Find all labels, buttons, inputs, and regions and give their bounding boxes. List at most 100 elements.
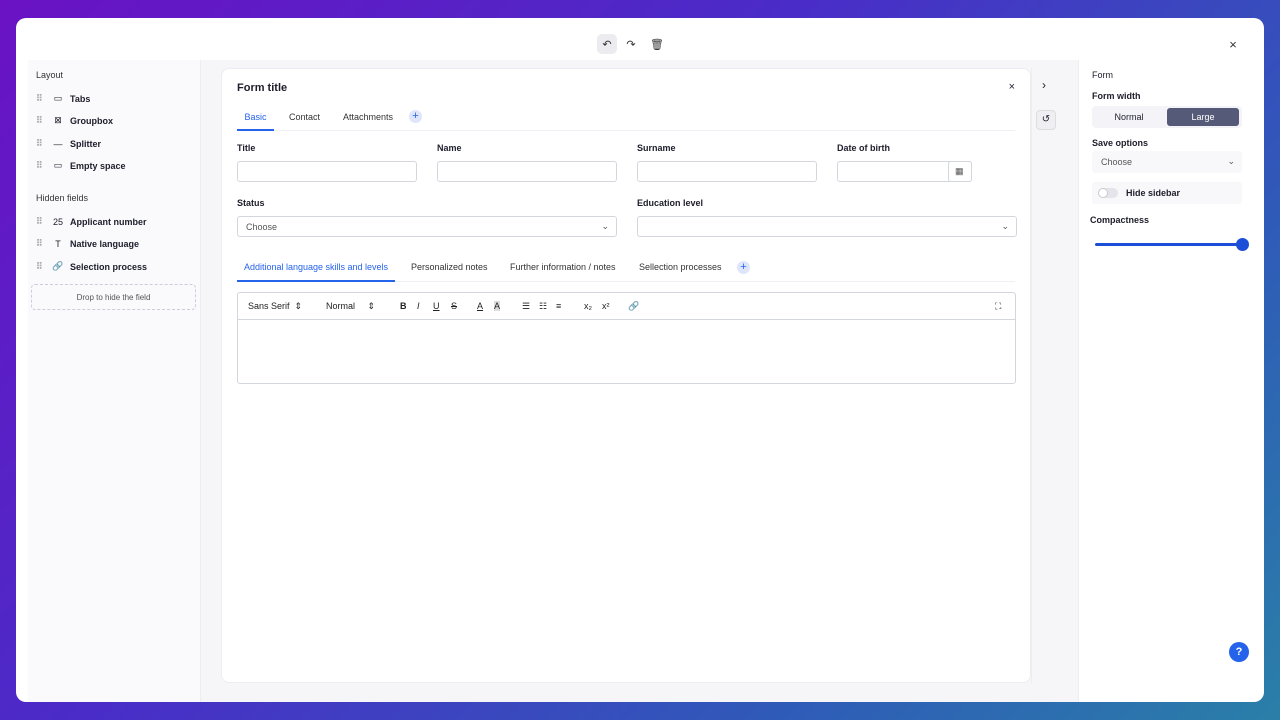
fullscreen-icon[interactable]: ⛶ [995,301,1001,312]
tab-attachments[interactable]: Attachments [343,107,393,131]
hide-sidebar-row: Hide sidebar [1092,182,1242,204]
tab-contact[interactable]: Contact [289,107,320,131]
font-value: Sans Serif [248,301,290,311]
subtab-further-information[interactable]: Further information / notes [510,255,616,279]
chevron-down-icon: ⌄ [601,221,609,231]
form-tabs: Basic Contact Attachments + [237,107,1015,131]
bullet-list-icon[interactable]: ☰ [522,301,530,312]
chevron-right-icon[interactable]: › [1042,78,1046,92]
text-icon: T [55,238,61,249]
link-icon[interactable]: 🔗 [628,301,639,312]
hide-sidebar-toggle[interactable] [1098,188,1118,198]
save-placeholder: Choose [1101,157,1133,167]
dob-label: Date of birth [837,143,890,153]
tab-basic[interactable]: Basic [237,107,274,131]
undo-icon[interactable]: ↶ [597,34,617,54]
help-button[interactable]: ? [1229,642,1249,662]
form-canvas: Form title × Basic Contact Attachments +… [201,60,1078,702]
item-label: Tabs [70,93,91,104]
hidden-field-selection-process[interactable]: ⠿ 🔗 Selection process [36,261,147,272]
layout-heading: Layout [36,70,64,80]
form-title[interactable]: Form title [237,82,287,94]
bold-icon[interactable]: B [400,301,407,311]
compactness-slider[interactable] [1095,238,1249,251]
history-icon[interactable]: ↺ [1036,110,1056,130]
surname-input[interactable] [637,161,817,182]
compactness-label: Compactness [1090,215,1150,225]
slider-thumb[interactable] [1236,238,1249,251]
subtab-personalized-notes[interactable]: Personalized notes [411,255,488,279]
hide-sidebar-label: Hide sidebar [1126,188,1181,198]
width-normal-option[interactable]: Normal [1094,108,1164,126]
surname-label: Surname [637,143,676,153]
save-options-label: Save options [1092,138,1149,148]
close-form-icon[interactable]: × [1009,81,1015,93]
font-family-select[interactable]: Sans Serif ⇕ [248,301,302,312]
size-value: Normal [326,301,356,311]
settings-panel: Form Form width Normal Large Save option… [1078,60,1250,702]
form-card: Form title × Basic Contact Attachments +… [221,68,1031,683]
item-label: Native language [70,238,140,249]
background-color-icon[interactable]: A [494,301,501,311]
font-size-select[interactable]: Normal ⇕ [326,301,375,312]
status-label: Status [237,198,265,208]
number-icon: 25 [52,216,63,227]
sub-tabs: Additional language skills and levels Pe… [237,255,1015,282]
ordered-list-icon[interactable]: ☷ [539,301,547,312]
top-toolbar: ↶ ↷ 🗑 × [16,18,1264,60]
status-select[interactable]: Choose ⌄ [237,216,617,237]
name-label: Name [437,143,462,153]
title-label: Title [237,143,256,153]
link-icon: 🔗 [52,261,64,271]
align-icon[interactable]: ≡ [556,301,561,311]
subtab-selection-processes[interactable]: Sellection processes [639,255,722,279]
drop-zone[interactable]: Drop to hide the field [31,284,196,310]
drag-handle-icon[interactable]: ⠿ [36,93,46,104]
left-sidebar: Layout ⠿ ▭ Tabs ⠿ ⊠ Groupbox ⠿ — Splitter ⠿ ▭ Em… [28,60,201,702]
hidden-field-native-language[interactable]: ⠿ T Native language [36,238,139,249]
layout-item-empty-space[interactable]: ⠿ ▭ Empty space [36,160,126,171]
title-input[interactable] [237,161,417,182]
superscript-icon[interactable]: x² [602,301,610,311]
redo-icon[interactable]: ↷ [621,34,641,54]
name-input[interactable] [437,161,617,182]
subscript-icon[interactable]: x₂ [584,301,592,311]
item-label: Selection process [70,261,148,272]
close-window-button[interactable]: × [1223,34,1243,54]
drag-handle-icon[interactable]: ⠿ [36,160,46,171]
status-placeholder: Choose [246,222,278,232]
tabs-icon: ▭ [53,93,63,103]
editor-toolbar: Sans Serif ⇕ Normal ⇕ B I U S A A ☰ ☷ ≡ … [238,293,1015,320]
form-section-heading: Form [1092,70,1113,80]
item-label: Empty space [70,160,126,171]
form-width-toggle: Normal Large [1092,106,1242,128]
drag-handle-icon[interactable]: ⠿ [36,115,46,126]
drag-handle-icon[interactable]: ⠿ [36,216,46,227]
underline-icon[interactable]: U [433,301,440,311]
item-label: Groupbox [70,115,113,126]
hidden-field-applicant-number[interactable]: ⠿ 25 Applicant number [36,216,147,227]
rich-text-editor[interactable]: Sans Serif ⇕ Normal ⇕ B I U S A A ☰ ☷ ≡ … [237,292,1016,384]
side-strip: › ↺ [1031,68,1060,683]
calendar-icon[interactable]: ▦ [948,161,972,182]
drag-handle-icon[interactable]: ⠿ [36,261,46,272]
education-select[interactable]: ⌄ [637,216,1017,237]
drag-handle-icon[interactable]: ⠿ [36,138,46,149]
layout-item-tabs[interactable]: ⠿ ▭ Tabs [36,93,90,104]
layout-item-splitter[interactable]: ⠿ — Splitter [36,138,101,149]
subtab-language-skills[interactable]: Additional language skills and levels [237,255,395,282]
add-subtab-button[interactable]: + [737,261,750,274]
trash-icon[interactable]: 🗑 [647,34,667,54]
chevron-down-icon: ⌄ [1001,221,1009,231]
drag-handle-icon[interactable]: ⠿ [36,238,46,249]
chevron-down-icon: ⌄ [1227,156,1235,166]
layout-item-groupbox[interactable]: ⠿ ⊠ Groupbox [36,115,113,126]
add-tab-button[interactable]: + [409,110,422,123]
text-color-icon[interactable]: A [477,301,483,311]
form-builder-window: ↶ ↷ 🗑 × Layout ⠿ ▭ Tabs ⠿ ⊠ Groupbox ⠿ — Split… [16,18,1264,702]
italic-icon[interactable]: I [417,301,420,311]
width-large-option[interactable]: Large [1167,108,1239,126]
strike-icon[interactable]: S [451,301,457,311]
save-options-select[interactable]: Choose ⌄ [1092,151,1242,173]
groupbox-icon: ⊠ [54,115,62,125]
